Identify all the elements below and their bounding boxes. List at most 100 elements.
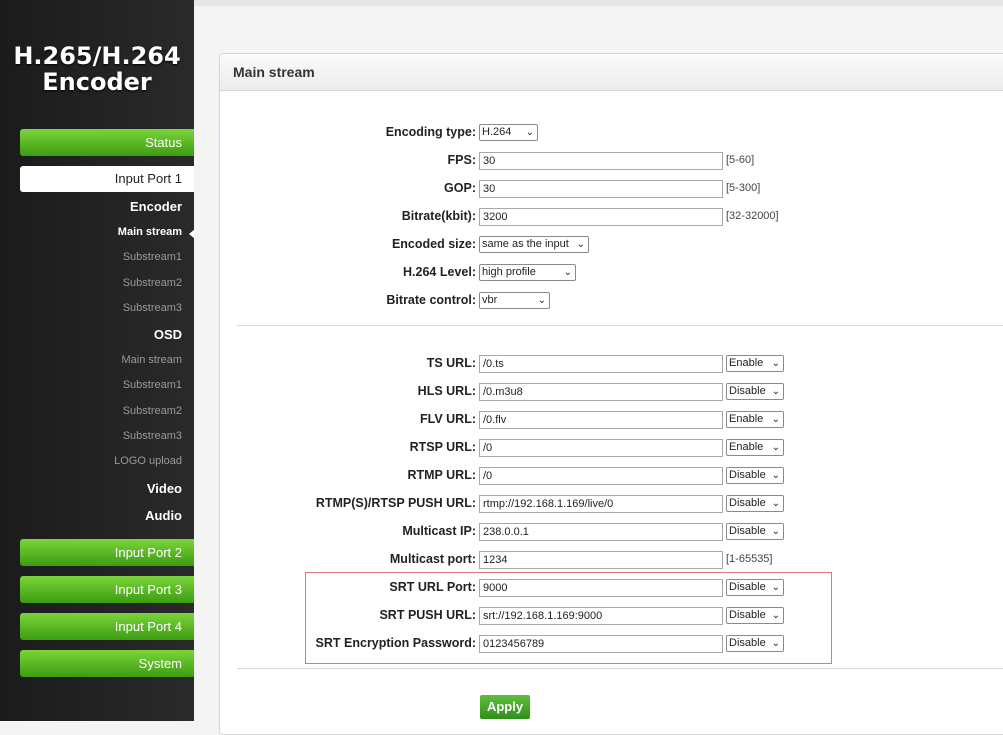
logo-line-2: Encoder xyxy=(42,68,152,96)
srt-port-state-select[interactable]: Disable ⌄ xyxy=(726,579,784,596)
multicast-port-row: Multicast port: xyxy=(219,550,476,570)
bitrate-input[interactable]: 3200 xyxy=(479,208,723,226)
multicast-port-label: Multicast port: xyxy=(389,552,476,566)
fps-row: FPS: xyxy=(219,151,476,171)
multicast-ip-state: Disable xyxy=(729,525,766,537)
gop-label: GOP: xyxy=(444,181,476,195)
chevron-down-icon: ⌄ xyxy=(525,127,534,138)
chevron-down-icon: ⌄ xyxy=(771,582,780,593)
chevron-down-icon: ⌄ xyxy=(771,498,780,509)
nav-encoder[interactable]: Encoder xyxy=(130,199,182,214)
push-url-label: RTMP(S)/RTSP PUSH URL: xyxy=(315,496,476,510)
fps-range-hint: [5-60] xyxy=(726,154,755,166)
h264-level-select[interactable]: high profile ⌄ xyxy=(479,264,576,281)
bitrate-control-row: Bitrate control: xyxy=(219,291,476,311)
bitrate-label: Bitrate(kbit): xyxy=(401,209,476,223)
rtmp-url-row: RTMP URL: xyxy=(219,466,476,486)
multicast-port-input[interactable]: 1234 xyxy=(479,551,723,569)
srt-password-label: SRT Encryption Password: xyxy=(315,636,476,650)
srt-push-label: SRT PUSH URL: xyxy=(379,608,476,622)
nav-osd-substream2[interactable]: Substream2 xyxy=(123,405,182,417)
push-url-state: Disable xyxy=(729,497,766,509)
flv-url-state-select[interactable]: Enable ⌄ xyxy=(726,411,784,428)
push-url-state-select[interactable]: Disable ⌄ xyxy=(726,495,784,512)
nav-osd-substream1[interactable]: Substream1 xyxy=(123,379,182,391)
gop-input[interactable]: 30 xyxy=(479,180,723,198)
apply-button[interactable]: Apply xyxy=(480,695,530,719)
gop-row: GOP: xyxy=(219,179,476,199)
nav-input-port-1[interactable]: Input Port 1 xyxy=(20,166,194,192)
hls-url-label: HLS URL: xyxy=(417,384,476,398)
nav-input-port-4[interactable]: Input Port 4 xyxy=(20,613,194,640)
chevron-down-icon: ⌄ xyxy=(771,638,780,649)
srt-push-input[interactable]: srt://192.168.1.169:9000 xyxy=(479,607,723,625)
h264-level-value: high profile xyxy=(482,266,536,278)
nav-logo-upload[interactable]: LOGO upload xyxy=(114,455,182,467)
ts-url-state: Enable xyxy=(729,357,764,369)
nav-encoder-substream1[interactable]: Substream1 xyxy=(123,251,182,263)
brand-logo: H.265/H.264 Encoder xyxy=(0,43,194,95)
nav-input-port-3[interactable]: Input Port 3 xyxy=(20,576,194,603)
multicast-ip-input[interactable]: 238.0.0.1 xyxy=(479,523,723,541)
nav-osd[interactable]: OSD xyxy=(154,327,182,342)
fps-input[interactable]: 30 xyxy=(479,152,723,170)
ts-url-state-select[interactable]: Enable ⌄ xyxy=(726,355,784,372)
ts-url-input[interactable]: /0.ts xyxy=(479,355,723,373)
multicast-ip-state-select[interactable]: Disable ⌄ xyxy=(726,523,784,540)
flv-url-input[interactable]: /0.flv xyxy=(479,411,723,429)
encoded-size-value: same as the input xyxy=(482,238,569,250)
nav-encoder-substream2[interactable]: Substream2 xyxy=(123,277,182,289)
chevron-down-icon: ⌄ xyxy=(563,267,572,278)
panel-title: Main stream xyxy=(220,54,1003,91)
bitrate-control-select[interactable]: vbr ⌄ xyxy=(479,292,550,309)
encoding-type-select[interactable]: H.264 ⌄ xyxy=(479,124,538,141)
encoding-type-label: Encoding type: xyxy=(385,125,476,139)
rtsp-url-label: RTSP URL: xyxy=(409,440,476,454)
flv-url-label: FLV URL: xyxy=(419,412,476,426)
chevron-down-icon: ⌄ xyxy=(771,414,780,425)
flv-url-row: FLV URL: xyxy=(219,410,476,430)
chevron-down-icon: ⌄ xyxy=(771,386,780,397)
multicast-port-range-hint: [1-65535] xyxy=(726,553,773,565)
rtsp-url-input[interactable]: /0 xyxy=(479,439,723,457)
fps-label: FPS: xyxy=(447,153,476,167)
h264-level-label: H.264 Level: xyxy=(403,265,476,279)
chevron-down-icon: ⌄ xyxy=(771,610,780,621)
gop-range-hint: [5-300] xyxy=(726,182,761,194)
multicast-ip-row: Multicast IP: xyxy=(219,522,476,542)
nav-encoder-main-stream[interactable]: Main stream xyxy=(118,226,182,238)
encoded-size-row: Encoded size: xyxy=(219,235,476,255)
ts-url-row: TS URL: xyxy=(219,354,476,374)
hls-url-state: Disable xyxy=(729,385,766,397)
nav-encoder-substream3[interactable]: Substream3 xyxy=(123,302,182,314)
nav-status-button[interactable]: Status xyxy=(20,129,194,156)
rtsp-url-row: RTSP URL: xyxy=(219,438,476,458)
srt-password-input[interactable]: 0123456789 xyxy=(479,635,723,653)
nav-system-button[interactable]: System xyxy=(20,650,194,677)
chevron-down-icon: ⌄ xyxy=(771,442,780,453)
nav-input-port-2[interactable]: Input Port 2 xyxy=(20,539,194,566)
hls-url-input[interactable]: /0.m3u8 xyxy=(479,383,723,401)
nav-osd-main-stream[interactable]: Main stream xyxy=(121,354,182,366)
srt-password-state: Disable xyxy=(729,637,766,649)
srt-push-state-select[interactable]: Disable ⌄ xyxy=(726,607,784,624)
h264-level-row: H.264 Level: xyxy=(219,263,476,283)
nav-osd-substream3[interactable]: Substream3 xyxy=(123,430,182,442)
sidebar: H.265/H.264 Encoder Status Input Port 1 … xyxy=(0,0,195,721)
push-url-input[interactable]: rtmp://192.168.1.169/live/0 xyxy=(479,495,723,513)
srt-port-input[interactable]: 9000 xyxy=(479,579,723,597)
encoded-size-select[interactable]: same as the input ⌄ xyxy=(479,236,589,253)
bitrate-range-hint: [32-32000] xyxy=(726,210,779,222)
hls-url-row: HLS URL: xyxy=(219,382,476,402)
chevron-down-icon: ⌄ xyxy=(576,239,585,250)
srt-password-state-select[interactable]: Disable ⌄ xyxy=(726,635,784,652)
ts-url-label: TS URL: xyxy=(426,356,476,370)
multicast-ip-label: Multicast IP: xyxy=(402,524,476,538)
chevron-down-icon: ⌄ xyxy=(537,295,546,306)
rtmp-url-state-select[interactable]: Disable ⌄ xyxy=(726,467,784,484)
rtmp-url-label: RTMP URL: xyxy=(407,468,476,482)
hls-url-state-select[interactable]: Disable ⌄ xyxy=(726,383,784,400)
rtsp-url-state-select[interactable]: Enable ⌄ xyxy=(726,439,784,456)
rtmp-url-input[interactable]: /0 xyxy=(479,467,723,485)
logo-line-1: H.265/H.264 xyxy=(13,42,181,70)
